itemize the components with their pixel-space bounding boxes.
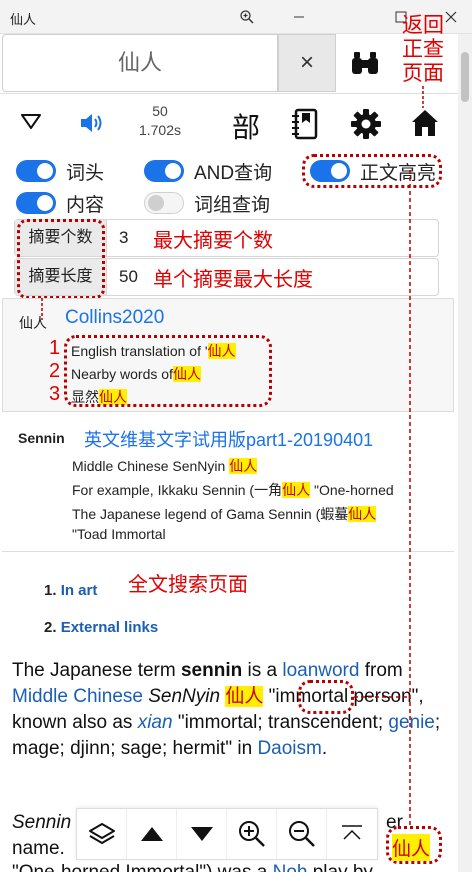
annotation-box-summary-labels <box>17 219 105 299</box>
zoom-in-icon[interactable] <box>227 809 277 859</box>
annotation-connector <box>41 298 43 320</box>
layers-icon[interactable] <box>77 809 127 859</box>
search-time: 1.702s <box>138 122 182 138</box>
binoculars-icon[interactable] <box>350 48 380 78</box>
link-loanword[interactable]: loanword <box>282 660 359 681</box>
link-middle-chinese[interactable]: Middle Chinese <box>12 686 143 707</box>
zoom-out-icon[interactable] <box>277 809 327 859</box>
toc-item-2: 2. External links <box>44 619 159 636</box>
gear-icon[interactable] <box>350 108 382 145</box>
annotation-fulltext-page: 全文搜索页面 <box>128 574 248 596</box>
arrow-down-icon[interactable] <box>177 809 227 859</box>
search-stats: 50 1.702s <box>128 102 192 140</box>
headword-toggle[interactable] <box>16 160 56 182</box>
highlight-match: 仙人 <box>225 686 264 707</box>
radical-button[interactable]: 部 <box>232 106 260 146</box>
minimize-button[interactable] <box>286 5 312 29</box>
result-word: Sennin <box>18 430 65 446</box>
annotation-summary-length: 单个摘要最大长度 <box>153 269 313 291</box>
tool-row: 50 1.702s 部 <box>0 96 460 152</box>
clear-search-button[interactable]: × <box>278 34 336 92</box>
annotation-max-summary: 最大摘要个数 <box>153 230 273 252</box>
triangle-down-icon[interactable] <box>20 112 42 135</box>
dict-name-link[interactable]: Collins2020 <box>65 307 164 329</box>
summary-line-4: "Toad Immortal <box>72 526 166 542</box>
result-count: 50 <box>152 103 168 119</box>
link-daoism[interactable]: Daoism <box>257 738 321 759</box>
option-headword[interactable]: 词头 <box>16 156 104 186</box>
annotation-arrow-home <box>422 86 424 108</box>
content-toggle[interactable] <box>16 192 56 214</box>
option-and-query[interactable]: AND查询 <box>144 156 272 186</box>
floating-toolbar <box>76 808 378 860</box>
dict-name-link[interactable]: 英文维基文字试用版part1-20190401 <box>84 426 373 452</box>
summary-line-2: For example, Ikkaku Sennin (一角仙人 "One-ho… <box>72 482 394 498</box>
annotation-box-summaries <box>64 335 272 407</box>
phrase-query-toggle[interactable] <box>144 192 184 214</box>
scrollbar[interactable] <box>458 34 472 872</box>
summary-length-input[interactable]: 50 <box>119 259 138 295</box>
annotation-dashed-lines <box>354 170 411 826</box>
annotation-numbers: 1 2 3 <box>49 337 61 405</box>
and-query-toggle[interactable] <box>144 160 184 182</box>
link-xian[interactable]: xian <box>138 712 173 733</box>
toc-link-in-art[interactable]: In art <box>61 582 98 599</box>
option-phrase-query[interactable]: 词组查询 <box>144 188 270 218</box>
speaker-icon[interactable] <box>78 110 104 141</box>
app-window: 仙人 仙人 × 50 1.702s 部 返回 正查 页面 词头 AND查询 正文… <box>0 0 472 872</box>
summary-line-3: The Japanese legend of Gama Sennin (蝦蟇仙人 <box>72 506 377 522</box>
toc-item-1: 1. In art <box>44 582 98 599</box>
max-summary-input[interactable]: 3 <box>119 220 128 256</box>
annotation-return-to-lookup: 返回 正查 页面 <box>402 14 444 85</box>
option-content[interactable]: 内容 <box>16 188 104 218</box>
window-title: 仙人 <box>10 12 37 27</box>
search-input[interactable]: 仙人 <box>2 34 278 92</box>
scroll-top-icon[interactable] <box>327 809 377 859</box>
arrow-up-icon[interactable] <box>127 809 177 859</box>
book-icon[interactable] <box>290 108 320 145</box>
summary-line-1: Middle Chinese SenNyin 仙人 <box>72 458 258 474</box>
zoom-icon[interactable] <box>234 5 260 29</box>
link-noh[interactable]: Noh <box>273 862 308 872</box>
paragraph-2-line3: "One-horned Immortal") was a Noh play by <box>12 860 452 872</box>
toc-link-external[interactable]: External links <box>61 619 159 636</box>
scrollbar-thumb[interactable] <box>461 52 469 102</box>
annotation-bottom-highlight: 仙人 <box>392 834 431 861</box>
annotation-box-inline-highlight <box>298 680 354 714</box>
